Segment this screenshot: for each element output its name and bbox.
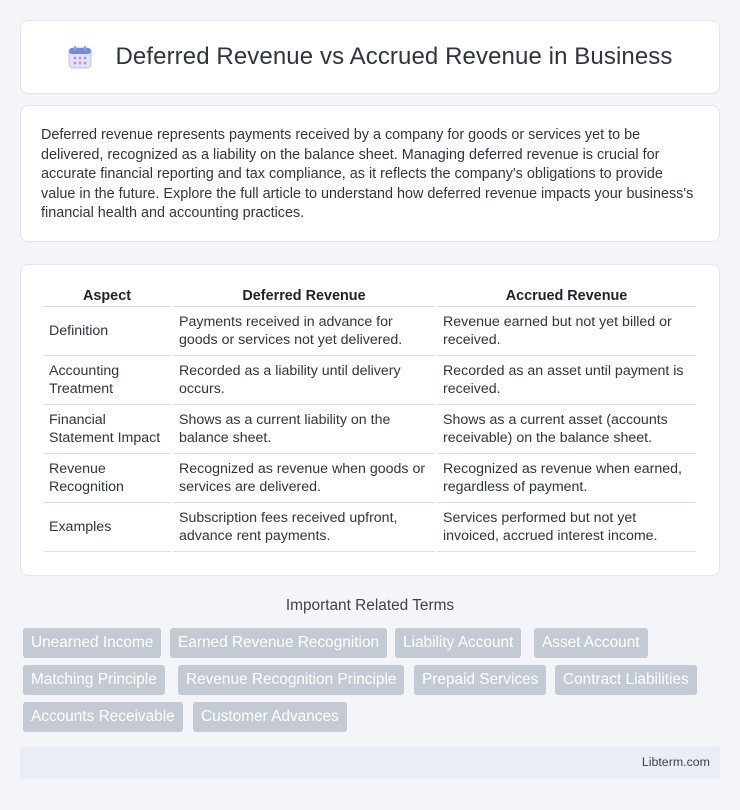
cell-aspect: Accounting Treatment (43, 356, 171, 405)
table-row: Financial Statement Impact Shows as a cu… (43, 405, 696, 454)
table-row: Revenue Recognition Recognized as revenu… (43, 454, 696, 503)
table-row: Examples Subscription fees received upfr… (43, 503, 696, 552)
related-terms-title: Important Related Terms (285, 597, 455, 614)
tag-asset-account[interactable]: Asset Account (534, 628, 648, 658)
cell-accrued: Shows as a current asset (accounts recei… (437, 405, 696, 454)
cell-accrued: Recorded as an asset until payment is re… (437, 356, 696, 405)
tag-customer-advances[interactable]: Customer Advances (193, 702, 347, 732)
footer-bar: Libterm.com (20, 746, 720, 779)
tag-earned-revenue-recognition[interactable]: Earned Revenue Recognition (170, 628, 388, 658)
table-header-row: Aspect Deferred Revenue Accrued Revenue (43, 285, 696, 307)
tag-accounts-receivable[interactable]: Accounts Receivable (23, 702, 183, 732)
tag-matching-principle[interactable]: Matching Principle (23, 665, 165, 695)
page-title: Deferred Revenue vs Accrued Revenue in B… (115, 43, 673, 70)
header-card: Deferred Revenue vs Accrued Revenue in B… (20, 20, 720, 94)
comparison-table: Aspect Deferred Revenue Accrued Revenue … (41, 285, 698, 552)
table-row: Definition Payments received in advance … (43, 307, 696, 356)
cell-accrued: Revenue earned but not yet billed or rec… (437, 307, 696, 356)
intro-card: Deferred revenue represents payments rec… (20, 105, 720, 242)
tag-contract-liabilities[interactable]: Contract Liabilities (555, 665, 697, 695)
header-deferred-revenue: Deferred Revenue (173, 285, 435, 307)
table-row: Accounting Treatment Recorded as a liabi… (43, 356, 696, 405)
cell-deferred: Payments received in advance for goods o… (173, 307, 435, 356)
cell-aspect: Examples (43, 503, 171, 552)
tag-prepaid-services[interactable]: Prepaid Services (414, 665, 547, 695)
cell-aspect: Financial Statement Impact (43, 405, 171, 454)
header-accrued-revenue: Accrued Revenue (437, 285, 696, 307)
cell-aspect: Definition (43, 307, 171, 356)
tag-revenue-recognition-principle[interactable]: Revenue Recognition Principle (178, 665, 405, 695)
cell-deferred: Shows as a current liability on the bala… (173, 405, 435, 454)
cell-deferred: Recorded as a liability until delivery o… (173, 356, 435, 405)
header-aspect: Aspect (43, 285, 171, 307)
cell-aspect: Revenue Recognition (43, 454, 171, 503)
cell-deferred: Recognized as revenue when goods or serv… (173, 454, 435, 503)
cell-deferred: Subscription fees received upfront, adva… (173, 503, 435, 552)
calendar-icon (67, 44, 93, 70)
intro-paragraph: Deferred revenue represents payments rec… (41, 127, 694, 222)
comparison-table-card: Aspect Deferred Revenue Accrued Revenue … (20, 264, 720, 576)
tag-unearned-income[interactable]: Unearned Income (23, 628, 162, 658)
tag-liability-account[interactable]: Liability Account (395, 628, 522, 658)
footer-site-link[interactable]: Libterm.com (642, 755, 710, 769)
cell-accrued: Services performed but not yet invoiced,… (437, 503, 696, 552)
cell-accrued: Recognized as revenue when earned, regar… (437, 454, 696, 503)
